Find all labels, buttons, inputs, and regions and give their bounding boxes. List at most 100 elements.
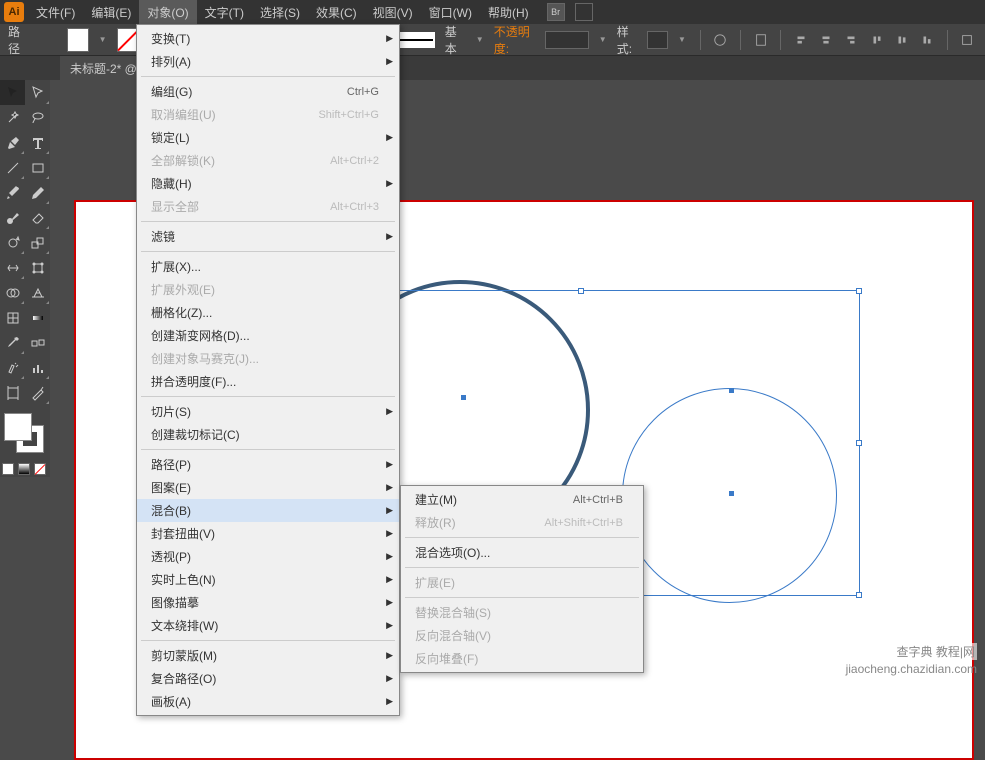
line-tool[interactable] [0,155,25,180]
align-top-icon[interactable] [867,29,886,51]
opacity-label[interactable]: 不透明度: [494,23,539,57]
menu-effect[interactable]: 效果(C) [308,0,365,25]
menu-item[interactable]: 透视(P)▶ [137,545,399,568]
width-tool[interactable] [0,255,25,280]
fill-swatch[interactable] [67,28,88,52]
menu-item[interactable]: 排列(A)▶ [137,50,399,73]
menu-item[interactable]: 路径(P)▶ [137,453,399,476]
menu-item-label: 扩展(X)... [151,258,379,275]
scale-tool[interactable] [25,230,50,255]
menu-item[interactable]: 创建裁切标记(C) [137,423,399,446]
blend-tool[interactable] [25,330,50,355]
menu-item[interactable]: 图案(E)▶ [137,476,399,499]
recolor-icon[interactable] [711,29,730,51]
color-mode-solid[interactable] [2,463,14,475]
opacity-input[interactable] [545,31,589,49]
chevron-right-icon: ▶ [386,597,393,608]
menu-item-label: 图案(E) [151,479,379,496]
align-left-icon[interactable] [791,29,810,51]
menu-edit[interactable]: 编辑(E) [83,0,139,25]
menu-item[interactable]: 剪切蒙版(M)▶ [137,644,399,667]
menu-item[interactable]: 编组(G)Ctrl+G [137,80,399,103]
menu-object[interactable]: 对象(O) [139,0,196,25]
color-mode-gradient[interactable] [18,463,30,475]
color-mode-none[interactable] [34,463,46,475]
handle-top-mid[interactable] [578,288,584,294]
handle-top-right[interactable] [856,288,862,294]
menu-item[interactable]: 混合(B)▶ [137,499,399,522]
perspective-grid-tool[interactable] [25,280,50,305]
stroke-swatch[interactable] [117,28,138,52]
eraser-tool[interactable] [25,205,50,230]
anchor-point[interactable] [729,388,734,393]
document-tab[interactable]: 未标题-2* @ [60,56,147,81]
pen-tool[interactable] [0,130,25,155]
menu-item[interactable]: 文本绕排(W)▶ [137,614,399,637]
fill-color[interactable] [4,413,32,441]
menu-file[interactable]: 文件(F) [28,0,83,25]
menu-type[interactable]: 文字(T) [197,0,252,25]
rectangle-tool[interactable] [25,155,50,180]
anchor-point[interactable] [729,491,734,496]
menu-item-label: 扩展(E) [415,574,623,591]
chevron-down-icon[interactable]: ▼ [476,35,484,44]
arrange-docs-icon[interactable] [575,3,593,21]
magic-wand-tool[interactable] [0,105,25,130]
paintbrush-tool[interactable] [0,180,25,205]
symbol-sprayer-tool[interactable] [0,355,25,380]
menu-item[interactable]: 混合选项(O)... [401,541,643,564]
slice-tool[interactable] [25,380,50,405]
align-bottom-icon[interactable] [917,29,936,51]
mesh-tool[interactable] [0,305,25,330]
menu-item[interactable]: 实时上色(N)▶ [137,568,399,591]
menu-item[interactable]: 滤镜▶ [137,225,399,248]
eyedropper-tool[interactable] [0,330,25,355]
menu-select[interactable]: 选择(S) [252,0,308,25]
chevron-down-icon[interactable]: ▼ [99,35,107,44]
anchor-point[interactable] [461,395,466,400]
menu-item[interactable]: 拼合透明度(F)... [137,370,399,393]
column-graph-tool[interactable] [25,355,50,380]
chevron-down-icon[interactable]: ▼ [678,35,686,44]
rotate-tool[interactable] [0,230,25,255]
menu-item[interactable]: 切片(S)▶ [137,400,399,423]
artboard-tool[interactable] [0,380,25,405]
blob-brush-tool[interactable] [0,205,25,230]
selection-tool[interactable] [0,80,25,105]
pencil-tool[interactable] [25,180,50,205]
direct-selection-tool[interactable] [25,80,50,105]
type-tool[interactable] [25,130,50,155]
menu-item[interactable]: 复合路径(O)▶ [137,667,399,690]
menu-item[interactable]: 创建渐变网格(D)... [137,324,399,347]
menu-item[interactable]: 栅格化(Z)... [137,301,399,324]
handle-bottom-right[interactable] [856,592,862,598]
menu-view[interactable]: 视图(V) [365,0,421,25]
menu-window[interactable]: 窗口(W) [421,0,480,25]
menu-item[interactable]: 建立(M)Alt+Ctrl+B [401,488,643,511]
menu-item[interactable]: 锁定(L)▶ [137,126,399,149]
align-vcenter-icon[interactable] [892,29,911,51]
handle-mid-right[interactable] [856,440,862,446]
fill-stroke-indicator[interactable] [0,409,48,457]
menu-item[interactable]: 隐藏(H)▶ [137,172,399,195]
menu-help[interactable]: 帮助(H) [480,0,537,25]
menu-item[interactable]: 画板(A)▶ [137,690,399,713]
align-right-icon[interactable] [842,29,861,51]
transform-icon[interactable] [958,29,977,51]
menu-item[interactable]: 扩展(X)... [137,255,399,278]
menu-item-label: 混合(B) [151,502,379,519]
lasso-tool[interactable] [25,105,50,130]
gradient-tool[interactable] [25,305,50,330]
menu-item-label: 扩展外观(E) [151,281,379,298]
chevron-right-icon: ▶ [386,56,393,67]
shape-builder-tool[interactable] [0,280,25,305]
style-input[interactable] [647,31,668,49]
align-hcenter-icon[interactable] [816,29,835,51]
menu-item[interactable]: 图像描摹▶ [137,591,399,614]
free-transform-tool[interactable] [25,255,50,280]
menu-item[interactable]: 封套扭曲(V)▶ [137,522,399,545]
chevron-down-icon[interactable]: ▼ [599,35,607,44]
menu-item[interactable]: 变换(T)▶ [137,27,399,50]
bridge-icon[interactable]: Br [547,3,565,21]
doc-setup-icon[interactable] [751,29,770,51]
